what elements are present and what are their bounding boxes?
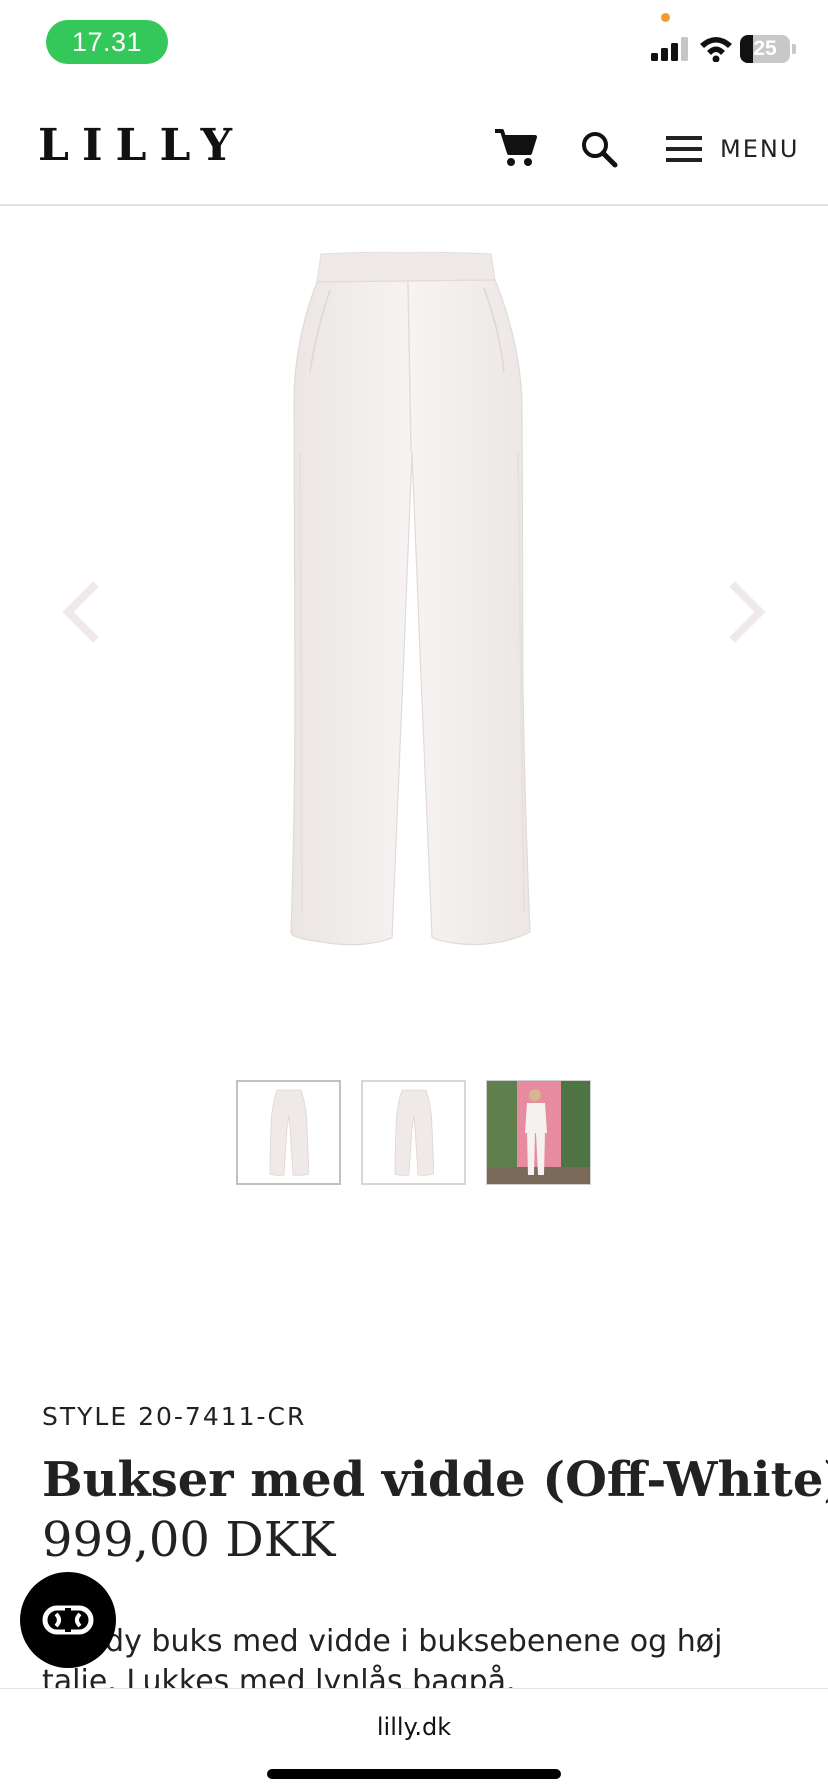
status-time: 17.31 (46, 20, 168, 64)
privacy-indicator-dot (661, 13, 670, 22)
browser-address-bar[interactable]: lilly.dk (0, 1688, 828, 1792)
chat-button[interactable] (20, 1572, 116, 1668)
product-main-image[interactable] (280, 252, 540, 958)
menu-label: MENU (720, 135, 800, 163)
thumbnail-model-photo[interactable] (486, 1080, 591, 1185)
cart-icon[interactable] (493, 128, 537, 168)
product-title: Bukser med vidde (Off-White) (42, 1452, 828, 1508)
chat-icon (42, 1605, 94, 1635)
site-logo[interactable]: LILLY (38, 120, 245, 171)
thumbnail-pants-image (394, 1089, 434, 1176)
chevron-right-icon[interactable] (724, 576, 770, 648)
menu-button[interactable]: MENU (666, 130, 799, 168)
battery-level: 25 (753, 37, 777, 60)
signal-icon (651, 37, 688, 61)
product-style-code: STYLE 20-7411-CR (42, 1402, 307, 1431)
url-text[interactable]: lilly.dk (0, 1713, 828, 1741)
battery-icon: 25 (740, 35, 796, 63)
home-indicator (267, 1769, 561, 1779)
thumbnail-product-front[interactable] (236, 1080, 341, 1185)
product-gallery (0, 208, 828, 1208)
thumbnail-product-back[interactable] (361, 1080, 466, 1185)
thumbnail-strip (236, 1080, 591, 1185)
site-header: LILLY MENU (0, 90, 828, 206)
wifi-icon (700, 37, 732, 62)
product-price: 999,00 DKK (42, 1512, 336, 1568)
menu-icon (666, 136, 702, 162)
search-icon[interactable] (580, 130, 618, 168)
model-photo-image (487, 1081, 590, 1184)
thumbnail-pants-image (269, 1089, 309, 1176)
status-bar: 17.31 25 (0, 0, 828, 90)
chevron-left-icon[interactable] (58, 576, 104, 648)
